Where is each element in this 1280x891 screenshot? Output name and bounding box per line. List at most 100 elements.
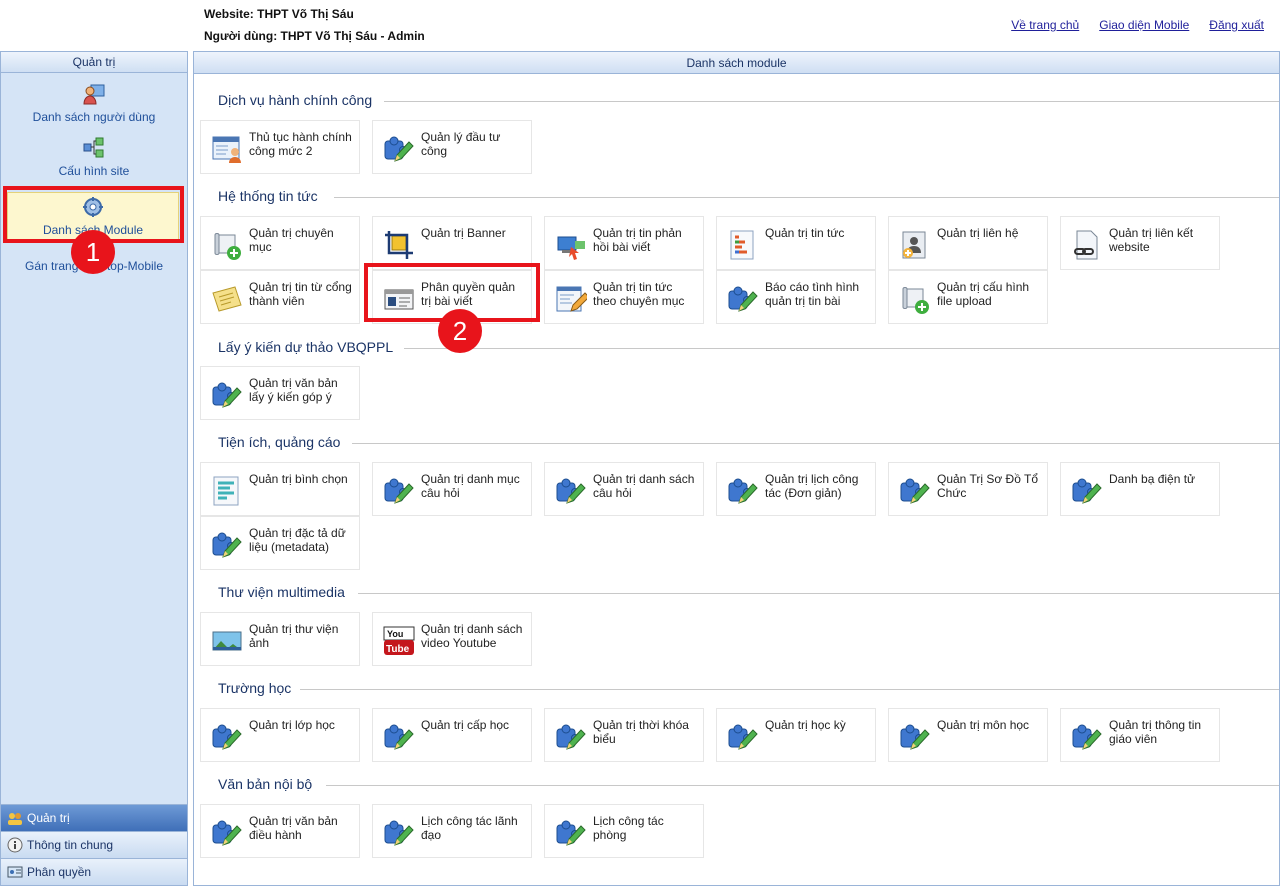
puzzle-edit-icon (728, 478, 758, 504)
module-label: Quản Trị Sơ Đồ Tổ Chức (937, 472, 1039, 500)
module-tile[interactable]: Quản trị đặc tả dữ liệu (metadata) (200, 516, 360, 570)
module-label: Quản lý đầu tư công (421, 130, 501, 158)
current-user: Người dùng: THPT Võ Thị Sáu - Admin (204, 29, 425, 43)
module-label: Phân quyền quản trị bài viết (421, 280, 516, 308)
module-tile[interactable]: Quản trị văn bản lấy ý kiến góp ý (200, 366, 360, 420)
module-tile[interactable]: Quản trị tin từ cổng thành viên (200, 270, 360, 324)
module-tile[interactable]: Quản trị danh sách câu hỏi (544, 462, 704, 516)
nav-admin[interactable]: Quản trị (1, 804, 187, 831)
module-label: Quản trị tin tức theo chuyên mục (593, 280, 685, 308)
module-tile[interactable]: Quản trị lịch công tác (Đơn giản) (716, 462, 876, 516)
puzzle-edit-icon (728, 286, 758, 312)
module-tile[interactable]: Quản trị cấp học (372, 708, 532, 762)
module-tile[interactable]: Quản trị cấu hình file upload (888, 270, 1048, 324)
site-config-icon (83, 137, 104, 158)
nav-permissions[interactable]: Phân quyền (1, 858, 187, 885)
puzzle-edit-icon (728, 724, 758, 750)
module-label: Quản trị cấp học (421, 718, 510, 732)
module-label: Quản trị chuyên mục (249, 226, 334, 254)
module-label: Quản trị đặc tả dữ liệu (metadata) (249, 526, 346, 554)
module-tile[interactable]: Quản trị liên kết website (1060, 216, 1220, 270)
module-label: Quản trị lịch công tác (Đơn giản) (765, 472, 859, 500)
module-label: Quản trị lớp học (249, 718, 335, 732)
sidebar-item-site-config[interactable]: Cấu hình site (1, 136, 187, 178)
nav-general-info[interactable]: Thông tin chung (1, 831, 187, 858)
module-label: Quản trị danh mục câu hỏi (421, 472, 520, 500)
module-label: Quản trị môn học (937, 718, 1030, 732)
module-tile[interactable]: Quản trị thư viện ảnh (200, 612, 360, 666)
puzzle-edit-icon (556, 820, 586, 846)
module-label: Quản trị thời khóa biểu (593, 718, 689, 746)
link-doc-icon (1074, 230, 1098, 260)
module-label: Danh bạ điện tử (1109, 472, 1196, 486)
puzzle-edit-icon (1072, 478, 1102, 504)
puzzle-edit-icon (212, 532, 242, 558)
contact-add-icon (902, 231, 926, 259)
module-tile[interactable]: Quản trị lớp học (200, 708, 360, 762)
module-tile[interactable]: Quản trị tin phản hồi bài viết (544, 216, 704, 270)
module-label: Quản trị học kỳ (765, 718, 846, 732)
group-divider (384, 101, 1279, 102)
module-tile[interactable]: Lịch công tác lãnh đạo (372, 804, 532, 858)
crop-icon (385, 231, 413, 259)
module-label: Quản trị liên hệ (937, 226, 1019, 240)
home-link[interactable]: Về trang chủ (1011, 18, 1079, 32)
module-tile[interactable]: Quản trị liên hệ (888, 216, 1048, 270)
module-tile[interactable]: Danh bạ điện tử (1060, 462, 1220, 516)
module-tile[interactable]: Thủ tục hành chính công mức 2 (200, 120, 360, 174)
module-label: Quản trị văn bản lấy ý kiến góp ý (249, 376, 338, 404)
module-tile[interactable]: Quản trị tin tức theo chuyên mục (544, 270, 704, 324)
module-label: Quản trị cấu hình file upload (937, 280, 1030, 308)
note-icon (212, 286, 242, 312)
module-tile[interactable]: Báo cáo tình hình quản trị tin bài (716, 270, 876, 324)
group-title: Tiện ích, quảng cáo (218, 434, 341, 450)
sidebar-item-users[interactable]: Danh sách người dùng (1, 82, 187, 124)
user-list-icon (83, 84, 105, 105)
logout-link[interactable]: Đăng xuất (1209, 18, 1264, 32)
module-tile[interactable]: Quản trị chuyên mục (200, 216, 360, 270)
module-label: Quản trị thư viện ảnh (249, 622, 339, 650)
app-window: { "header": { "website_line": "Website: … (0, 0, 1280, 891)
sidebar-item-label: Danh sách người dùng (32, 110, 156, 124)
permission-icon (7, 866, 23, 878)
info-icon (7, 837, 23, 853)
module-label: Quản trị danh sách video Youtube (421, 622, 523, 650)
module-tile[interactable]: Quản trị môn học (888, 708, 1048, 762)
module-tile[interactable]: Quản trị học kỳ (716, 708, 876, 762)
puzzle-edit-icon (212, 724, 242, 750)
nav-permissions-label: Phân quyền (27, 865, 92, 879)
module-tile[interactable]: Quản trị Banner (372, 216, 532, 270)
top-links: Về trang chủ Giao diện Mobile Đăng xuất (1011, 18, 1264, 32)
photo-icon (212, 631, 242, 651)
top-header: Website: THPT Võ Thị Sáu Người dùng: THP… (0, 0, 1280, 48)
group-title: Hệ thống tin tức (218, 188, 318, 204)
puzzle-edit-icon (212, 382, 242, 408)
module-tile[interactable]: Quản trị thông tin giáo viên (1060, 708, 1220, 762)
sidebar: Quản trị Danh sách người dùng Cấu hình s… (0, 51, 188, 886)
module-label: Lịch công tác lãnh đạo (421, 814, 518, 842)
module-label: Thủ tục hành chính công mức 2 (249, 130, 352, 158)
module-tile[interactable]: Quản trị thời khóa biểu (544, 708, 704, 762)
module-tile[interactable]: Quản trị tin tức (716, 216, 876, 270)
module-tile[interactable]: Quản trị danh mục câu hỏi (372, 462, 532, 516)
puzzle-edit-icon (384, 478, 414, 504)
module-tile[interactable]: Lịch công tác phòng (544, 804, 704, 858)
puzzle-edit-icon (384, 136, 414, 162)
module-tile[interactable]: Quản trị bình chọn (200, 462, 360, 516)
module-tile[interactable]: You Tube Quản trị danh sách video Youtube (372, 612, 532, 666)
nav-admin-label: Quản trị (27, 811, 70, 825)
module-tile[interactable]: Quản lý đầu tư công (372, 120, 532, 174)
mobile-ui-link[interactable]: Giao diện Mobile (1099, 18, 1189, 32)
module-label: Quản trị thông tin giáo viên (1109, 718, 1202, 746)
module-tile[interactable]: Quản trị văn bản điều hành (200, 804, 360, 858)
doc-edit-icon (556, 286, 587, 312)
module-label: Quản trị tin phản hồi bài viết (593, 226, 682, 254)
scroll-add-icon (214, 233, 241, 260)
module-tile[interactable]: Quản Trị Sơ Đồ Tổ Chức (888, 462, 1048, 516)
puzzle-edit-icon (212, 820, 242, 846)
sidebar-item-label-tail: top-Mobile (106, 259, 163, 273)
group-title: Lấy ý kiến dự thảo VBQPPL (218, 339, 394, 355)
svg-text:You: You (387, 629, 403, 639)
step-badge-2: 2 (438, 309, 482, 353)
group-title: Trường học (218, 680, 292, 696)
